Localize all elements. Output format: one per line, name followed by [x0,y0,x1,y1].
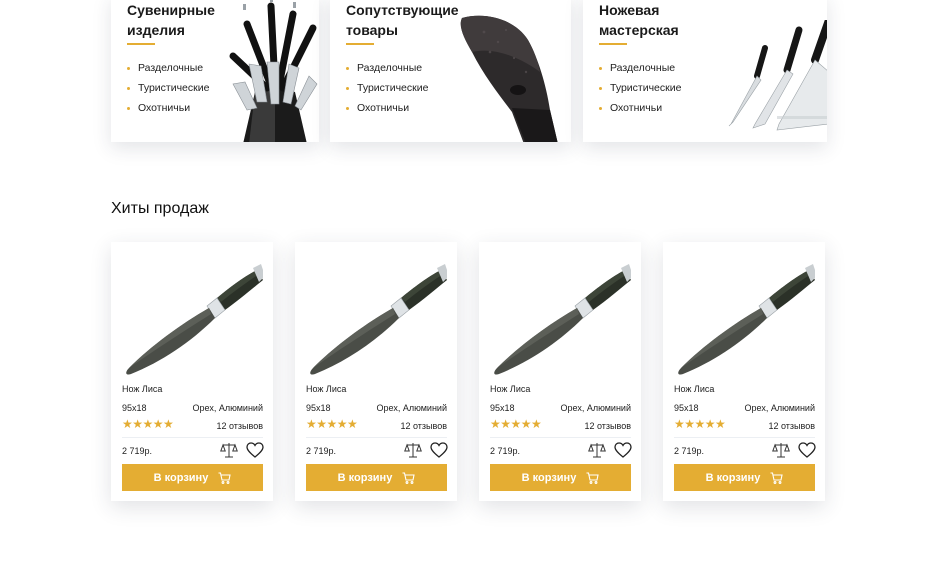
category-card-workshop[interactable]: Ножевая мастерская Разделочные Туристиче… [583,0,827,142]
reviews-count[interactable]: 12 отзывов [584,421,631,431]
category-link[interactable]: Туристические [127,78,209,98]
add-to-cart-button[interactable]: В корзину [306,464,447,491]
product-price: 2 719р. [122,446,153,456]
category-link[interactable]: Разделочные [346,58,428,78]
category-card-accessories[interactable]: Сопутствующие товары Разделочные Туристи… [330,0,571,142]
cart-icon [402,471,415,484]
title-underline [127,43,155,45]
divider [306,437,447,438]
heart-icon[interactable] [430,442,448,458]
category-title: Сопутствующие товары [346,2,459,38]
product-size: 95x18 [674,403,699,413]
add-to-cart-label: В корзину [705,471,761,484]
add-to-cart-button[interactable]: В корзину [122,464,263,491]
product-card[interactable]: Нож Лиса 95x18 Орех, Алюминий ★★★★★ 12 о… [295,242,457,501]
product-price: 2 719р. [306,446,337,456]
cart-icon [770,471,783,484]
product-price: 2 719р. [674,446,705,456]
category-link[interactable]: Охотничьи [346,98,428,118]
category-link[interactable]: Туристические [599,78,681,98]
rating-stars: ★★★★★ [490,417,542,431]
product-name[interactable]: Нож Лиса [306,384,346,394]
hunting-knife-image [126,264,263,375]
knife-block-set-icon [229,0,318,142]
cart-icon [218,471,231,484]
category-link[interactable]: Охотничьи [127,98,209,118]
product-name[interactable]: Нож Лиса [674,384,714,394]
product-size: 95x18 [306,403,331,413]
rating-stars: ★★★★★ [306,417,358,431]
add-to-cart-label: В корзину [153,471,209,484]
add-to-cart-button[interactable]: В корзину [490,464,631,491]
compare-scales-icon[interactable] [220,442,238,458]
kitchen-knives-icon [728,20,827,131]
category-list: Разделочные Туристические Охотничьи [599,58,681,118]
rating-stars: ★★★★★ [674,417,726,431]
divider [674,437,815,438]
product-size: 95x18 [122,403,147,413]
product-card[interactable]: Нож Лиса 95x18 Орех, Алюминий ★★★★★ 12 о… [479,242,641,501]
divider [490,437,631,438]
reviews-count[interactable]: 12 отзывов [768,421,815,431]
product-size: 95x18 [490,403,515,413]
category-link[interactable]: Разделочные [127,58,209,78]
product-card[interactable]: Нож Лиса 95x18 Орех, Алюминий ★★★★★ 12 о… [663,242,825,501]
category-link[interactable]: Охотничьи [599,98,681,118]
product-material: Орех, Алюминий [192,403,263,413]
hunting-knife-image [310,264,447,375]
category-link[interactable]: Туристические [346,78,428,98]
compare-scales-icon[interactable] [772,442,790,458]
title-underline [599,43,627,45]
add-to-cart-label: В корзину [337,471,393,484]
product-card[interactable]: Нож Лиса 95x18 Орех, Алюминий ★★★★★ 12 о… [111,242,273,501]
category-list: Разделочные Туристические Охотничьи [127,58,209,118]
rating-stars: ★★★★★ [122,417,174,431]
reviews-count[interactable]: 12 отзывов [216,421,263,431]
category-link[interactable]: Разделочные [599,58,681,78]
cart-icon [586,471,599,484]
product-name[interactable]: Нож Лиса [490,384,530,394]
category-title: Ножевая мастерская [599,2,679,38]
compare-scales-icon[interactable] [404,442,422,458]
category-card-souvenirs[interactable]: Сувенирные изделия Разделочные Туристиче… [111,0,319,142]
add-to-cart-label: В корзину [521,471,577,484]
product-material: Орех, Алюминий [376,403,447,413]
heart-icon[interactable] [246,442,264,458]
knife-sheath-icon [460,15,558,142]
heart-icon[interactable] [614,442,632,458]
heart-icon[interactable] [798,442,816,458]
product-price: 2 719р. [490,446,521,456]
compare-scales-icon[interactable] [588,442,606,458]
product-material: Орех, Алюминий [744,403,815,413]
reviews-count[interactable]: 12 отзывов [400,421,447,431]
category-list: Разделочные Туристические Охотничьи [346,58,428,118]
add-to-cart-button[interactable]: В корзину [674,464,815,491]
product-name[interactable]: Нож Лиса [122,384,162,394]
hunting-knife-image [494,264,631,375]
section-title-bestsellers: Хиты продаж [111,200,209,217]
product-material: Орех, Алюминий [560,403,631,413]
title-underline [346,43,374,45]
divider [122,437,263,438]
hunting-knife-image [678,264,815,375]
